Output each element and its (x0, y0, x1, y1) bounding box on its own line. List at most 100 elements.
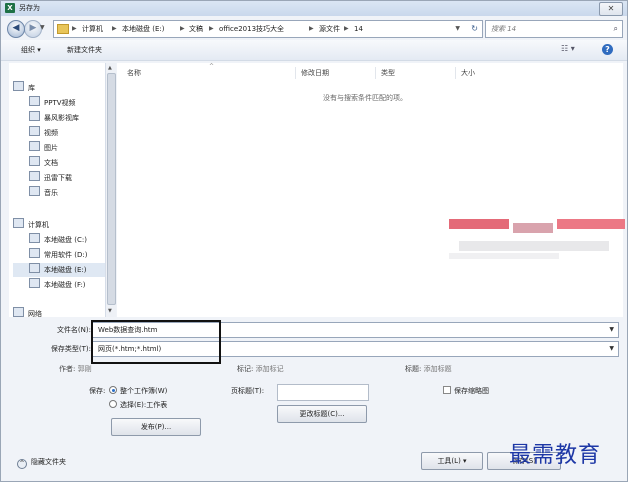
search-icon[interactable]: ⌕ (614, 23, 618, 35)
tools-button[interactable]: 工具(L) ▾ (421, 452, 483, 470)
column-header-size[interactable]: 大小 (461, 68, 475, 78)
column-separator[interactable] (375, 67, 376, 79)
address-dropdown-icon[interactable]: ▼ (455, 23, 460, 35)
blurred-overlay (449, 215, 627, 261)
breadcrumb[interactable]: ▶ 计算机 ▶ 本地磁盘 (E:) ▶ 文稿 ▶ office2013技巧大全 … (53, 20, 483, 38)
page-title-input[interactable] (277, 384, 369, 401)
excel-icon: X (5, 3, 15, 13)
command-bar: 组织 ▾ 新建文件夹 ☷ ▾ ? (1, 40, 627, 61)
nav-library-item[interactable]: 视频 (29, 126, 58, 140)
page-title-label: 页标题(T): (231, 387, 265, 395)
recent-locations-dropdown[interactable]: ▼ (40, 24, 45, 31)
scrollbar-thumb[interactable] (107, 73, 116, 305)
drive-icon (29, 233, 40, 243)
nav-drive-selected[interactable]: 本地磁盘 (E:) (13, 263, 111, 277)
music-icon (29, 186, 40, 196)
radio-selected-icon (109, 386, 117, 394)
breadcrumb-source-folder[interactable]: 源文件 (319, 23, 340, 35)
download-icon (29, 171, 40, 181)
file-list[interactable]: ^ 名称 修改日期 类型 大小 没有与搜索条件匹配的项。 (117, 63, 623, 317)
breadcrumb-documents[interactable]: 文稿 (189, 23, 203, 35)
forward-arrow-icon: ▶ (29, 23, 37, 33)
title-bar: X 另存为 ✕ (1, 1, 627, 16)
folder-icon (57, 24, 69, 34)
computer-icon (13, 218, 24, 228)
breadcrumb-office-folder[interactable]: office2013技巧大全 (219, 23, 284, 35)
chevron-down-icon: ▾ (463, 457, 467, 465)
breadcrumb-drive-e[interactable]: 本地磁盘 (E:) (122, 23, 164, 35)
save-as-dialog: X 另存为 ✕ ◀ ▶ ▼ ▶ 计算机 ▶ 本地磁盘 (E:) ▶ 文稿 ▶ o… (0, 0, 628, 482)
column-header-date[interactable]: 修改日期 (301, 68, 329, 78)
column-header-type[interactable]: 类型 (381, 68, 395, 78)
save-thumbnail-checkbox[interactable]: 保存缩略图 (443, 385, 489, 397)
nav-computer[interactable]: 计算机 (13, 218, 49, 232)
refresh-icon[interactable]: ↻ (471, 23, 478, 35)
highlight-box (91, 320, 221, 364)
breadcrumb-computer[interactable]: 计算机 (82, 23, 103, 35)
help-icon[interactable]: ? (602, 44, 613, 55)
nav-library-item[interactable]: 图片 (29, 141, 58, 155)
nav-network[interactable]: 网络 (13, 307, 42, 317)
option-selection-radio[interactable]: 选择(E):工作表 (109, 399, 167, 411)
scroll-up-icon[interactable]: ▲ (108, 65, 112, 71)
scroll-down-icon[interactable]: ▼ (108, 308, 112, 314)
nav-drive[interactable]: 本地磁盘 (C:) (29, 233, 87, 247)
filename-label: 文件名(N): (56, 326, 91, 334)
nav-library-item[interactable]: 暴风影视库 (29, 111, 79, 125)
nav-drive[interactable]: 常用软件 (D:) (29, 248, 87, 262)
title-field[interactable]: 标题: 添加标题 (405, 363, 452, 375)
option-workbook-radio[interactable]: 整个工作簿(W) (109, 385, 167, 397)
video-library-icon (29, 96, 40, 106)
video-library-icon (29, 111, 40, 121)
tags-field[interactable]: 标记: 添加标记 (237, 363, 284, 375)
publish-button[interactable]: 发布(P)... (111, 418, 201, 436)
window-title: 另存为 (19, 4, 40, 12)
back-button[interactable]: ◀ (7, 20, 25, 38)
drive-icon (29, 278, 40, 288)
search-input[interactable]: 搜索 14 ⌕ (485, 20, 623, 38)
column-separator[interactable] (295, 67, 296, 79)
column-header-name[interactable]: 名称 (127, 68, 141, 78)
filename-dropdown-icon[interactable]: ▼ (609, 324, 614, 336)
change-title-button[interactable]: 更改标题(C)... (277, 405, 367, 423)
column-separator[interactable] (455, 67, 456, 79)
nav-library-item[interactable]: 迅雷下载 (29, 171, 72, 185)
blur-block (513, 223, 553, 233)
nav-scrollbar[interactable]: ▲ ▼ (105, 63, 116, 317)
hide-folders-button[interactable]: ^ 隐藏文件夹 (17, 456, 66, 469)
library-icon (13, 81, 24, 91)
view-options-icon[interactable]: ☷ ▾ (561, 43, 575, 55)
new-folder-button[interactable]: 新建文件夹 (67, 44, 102, 56)
breadcrumb-current-folder[interactable]: 14 (354, 23, 363, 35)
breadcrumb-separator-icon[interactable]: ▶ (309, 23, 314, 35)
picture-icon (29, 141, 40, 151)
blur-block (449, 219, 509, 229)
nav-library-item[interactable]: 音乐 (29, 186, 58, 200)
nav-drive[interactable]: 本地磁盘 (F:) (29, 278, 86, 292)
address-bar: ◀ ▶ ▼ ▶ 计算机 ▶ 本地磁盘 (E:) ▶ 文稿 ▶ office201… (1, 16, 627, 40)
breadcrumb-separator-icon[interactable]: ▶ (180, 23, 185, 35)
nav-library-item[interactable]: 文档 (29, 156, 58, 170)
close-icon: ✕ (607, 4, 615, 13)
organize-button[interactable]: 组织 ▾ (21, 44, 41, 56)
breadcrumb-separator-icon[interactable]: ▶ (344, 23, 349, 35)
breadcrumb-separator-icon[interactable]: ▶ (72, 23, 77, 35)
breadcrumb-separator-icon[interactable]: ▶ (209, 23, 214, 35)
checkbox-icon (443, 386, 451, 394)
save-scope-label: 保存: (89, 387, 106, 395)
savetype-dropdown-icon[interactable]: ▼ (609, 343, 614, 355)
savetype-label: 保存类型(T): (50, 345, 91, 353)
nav-libraries[interactable]: 库 (13, 81, 35, 95)
empty-message: 没有与搜索条件匹配的项。 (323, 94, 407, 102)
back-arrow-icon: ◀ (12, 23, 20, 33)
nav-library-item[interactable]: PPTV视频 (29, 96, 76, 110)
radio-icon (109, 400, 117, 408)
breadcrumb-separator-icon[interactable]: ▶ (112, 23, 117, 35)
blur-block (449, 253, 559, 259)
collapse-icon: ^ (17, 459, 27, 469)
blur-block (459, 241, 609, 251)
author-field[interactable]: 作者: 郭刚 (59, 363, 92, 375)
search-placeholder: 搜索 14 (491, 25, 517, 33)
blur-block (557, 219, 625, 229)
close-button[interactable]: ✕ (599, 2, 623, 16)
